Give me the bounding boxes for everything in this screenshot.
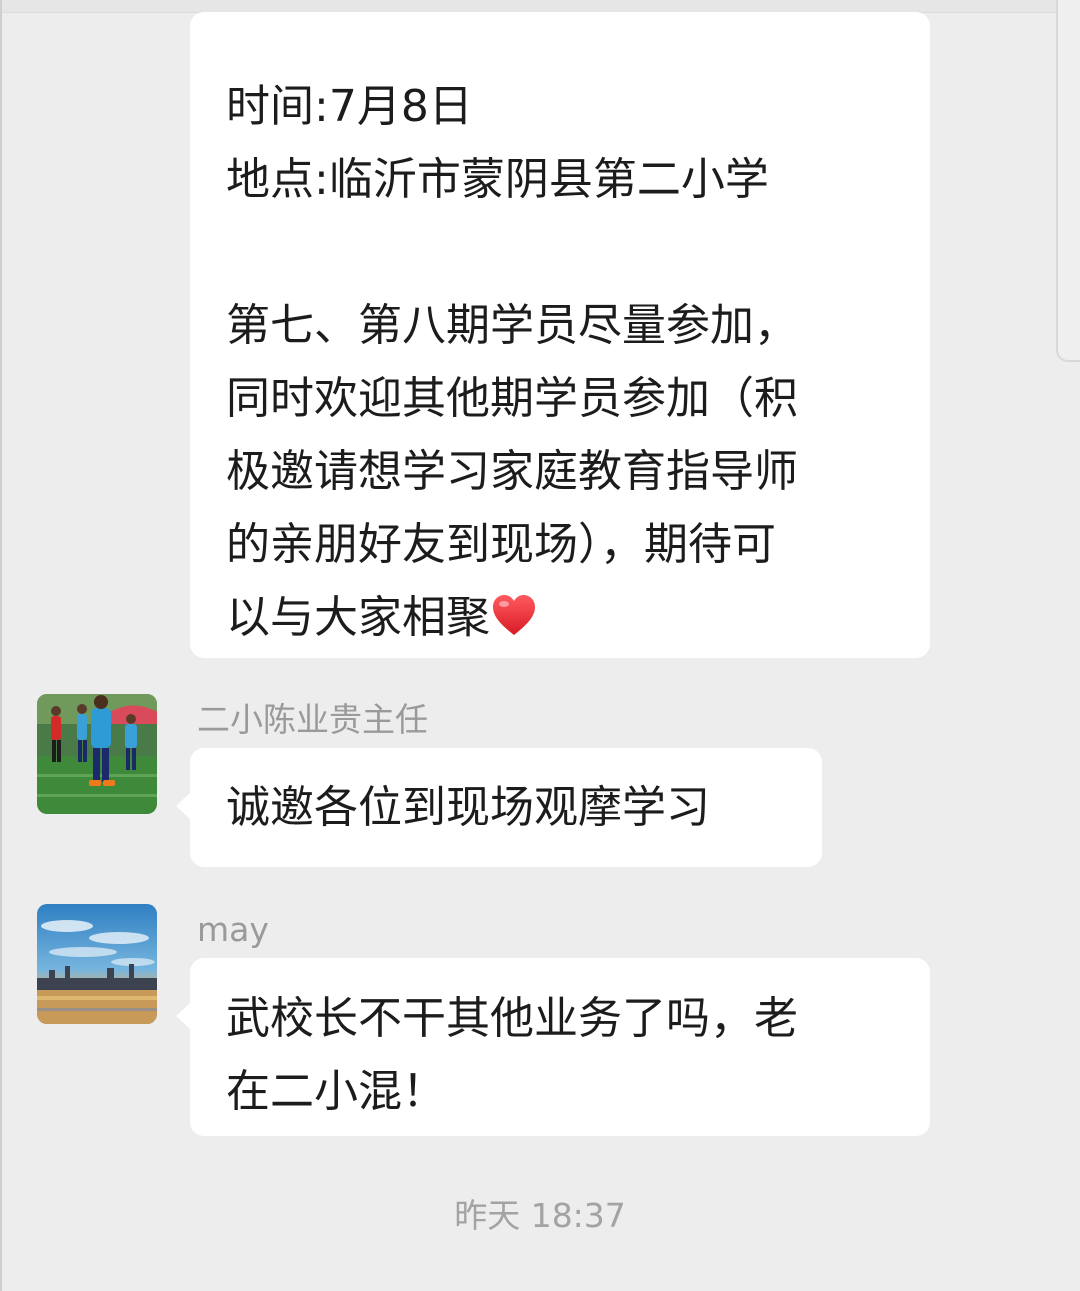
message-line: 时间:7月8日 — [226, 81, 473, 132]
message-text: 以与大家相聚 — [226, 592, 490, 643]
left-edge — [0, 0, 2, 1291]
message-line: 同时欢迎其他期学员参加（积 — [226, 373, 798, 424]
avatar[interactable] — [37, 694, 157, 814]
avatar-soccer-players-image — [37, 694, 157, 814]
message-line: 诚邀各位到现场观摩学习 — [226, 782, 710, 833]
avatar-lake-sky-image — [37, 904, 157, 1024]
message-line: 第七、第八期学员尽量参加， — [226, 300, 798, 351]
message-line-last: 以与大家相聚 — [226, 581, 894, 654]
avatar[interactable] — [37, 904, 157, 1024]
message-bubble[interactable]: 武校长不干其他业务了吗，老 在二小混！ — [176, 958, 930, 1136]
sender-name[interactable]: 二小陈业贵主任 — [197, 700, 428, 740]
message-bubble-announcement[interactable]: 时间:7月8日 地点:临沂市蒙阴县第二小学 第七、第八期学员尽量参加， 同时欢迎… — [190, 12, 930, 658]
message-line: 极邀请想学习家庭教育指导师 — [226, 446, 798, 497]
sender-name[interactable]: may — [197, 910, 269, 950]
message-bubble[interactable]: 诚邀各位到现场观摩学习 — [176, 748, 822, 867]
message-line: 的亲朋好友到现场），期待可 — [226, 519, 776, 570]
message-line: 武校长不干其他业务了吗，老 — [226, 993, 798, 1044]
red-heart-icon — [493, 595, 535, 635]
scrollbar-thumb[interactable] — [1056, 0, 1080, 362]
message-line: 在二小混！ — [226, 1066, 446, 1117]
timestamp: 昨天 18:37 — [454, 1196, 626, 1235]
message-line: 地点:临沂市蒙阴县第二小学 — [226, 154, 769, 205]
